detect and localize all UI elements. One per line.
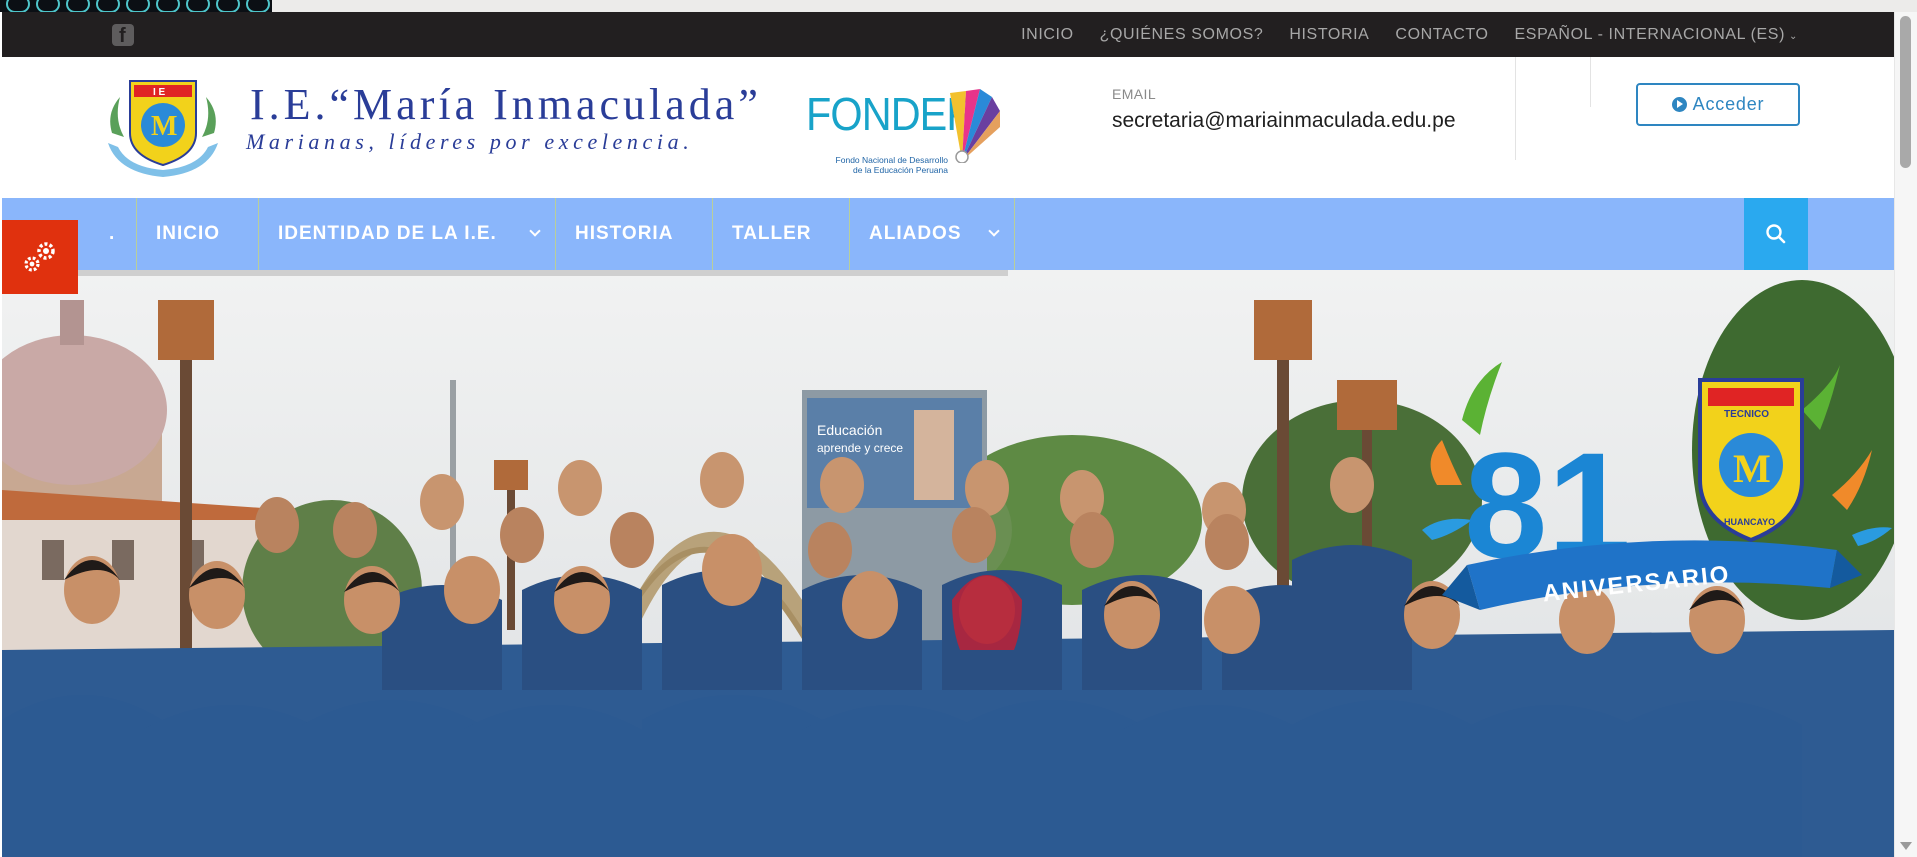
chevron-down-icon [988, 225, 1000, 237]
language-label: ESPAÑOL - INTERNACIONAL (ES) [1514, 25, 1786, 43]
scrollbar-thumb[interactable] [1900, 16, 1911, 168]
counter-widget [0, 0, 272, 12]
fondep-fan-icon [950, 89, 1000, 163]
header-divider [1590, 57, 1591, 107]
chevron-down-icon: ⌄ [1789, 30, 1798, 42]
nav-item-aliados[interactable]: ALIADOS [850, 198, 1015, 270]
top-nav-historia[interactable]: HISTORIA [1289, 26, 1369, 44]
arrow-circle-right-icon [1671, 97, 1687, 112]
scroll-down-arrow-icon[interactable] [1900, 842, 1912, 850]
nav-item-label: HISTORIA [575, 223, 674, 244]
site-header: I E M I.E.“María Inmaculada” Marianas, l… [2, 57, 1894, 198]
svg-text:M: M [1733, 446, 1771, 491]
svg-text:M: M [151, 111, 177, 142]
nav-item-taller[interactable]: TALLER [713, 198, 850, 270]
top-nav-quienes-somos[interactable]: ¿QUIÉNES SOMOS? [1100, 26, 1264, 44]
hero-slider[interactable]: Educación aprende y crece 81 TECNICO M H… [2, 270, 1894, 857]
search-icon [1766, 224, 1786, 244]
search-button[interactable] [1744, 198, 1808, 270]
school-tagline: Marianas, líderes por excelencia. [246, 129, 694, 154]
language-selector[interactable]: ESPAÑOL - INTERNACIONAL (ES) ⌄ [1515, 26, 1798, 44]
billboard-subtext: aprende y crece [817, 441, 903, 455]
nav-item-label: TALLER [732, 223, 812, 244]
nav-item-inicio[interactable]: INICIO [137, 198, 259, 270]
page: INICIO ¿QUIÉNES SOMOS? HISTORIA CONTACTO… [0, 0, 1917, 857]
main-nav: . INICIO IDENTIDAD DE LA I.E. HISTORIA T… [2, 198, 1894, 270]
billboard-text: Educación [817, 422, 882, 438]
page-scrollbar[interactable] [1894, 12, 1917, 857]
header-divider [1515, 57, 1516, 160]
browser-top-strip [0, 0, 1917, 12]
fondep-logo[interactable]: FONDEP Fondo Nacional de Desarrollo de l… [806, 87, 1000, 187]
nav-item-label: INICIO [156, 223, 221, 244]
fondep-subtitle-line-1: Fondo Nacional de Desarrollo [835, 155, 948, 165]
nav-item-identidad[interactable]: IDENTIDAD DE LA I.E. [259, 198, 556, 270]
badge-crest-bottom: HUANCAYO [1724, 517, 1775, 527]
facebook-icon[interactable] [112, 24, 134, 48]
top-nav-contacto[interactable]: CONTACTO [1395, 26, 1488, 44]
chevron-down-icon [529, 225, 541, 237]
fondep-subtitle: Fondo Nacional de Desarrollo de la Educa… [824, 155, 948, 175]
nav-item-label: ALIADOS [869, 223, 962, 244]
school-name: I.E.“María Inmaculada” [250, 80, 762, 129]
settings-toggle-button[interactable] [2, 220, 78, 294]
email-label: EMAIL [1112, 86, 1157, 102]
badge-crest-top: TECNICO [1724, 409, 1769, 420]
login-button[interactable]: Acceder [1636, 83, 1800, 126]
top-nav-inicio[interactable]: INICIO [1021, 26, 1074, 44]
school-crest-logo[interactable]: I E M [98, 73, 228, 179]
email-link[interactable]: secretaria@mariainmaculada.edu.pe [1112, 109, 1456, 133]
nav-item-label: . [109, 223, 116, 244]
nav-progress-bar [76, 270, 1008, 276]
crest-letters: I E [153, 87, 166, 98]
hero-photo: Educación aprende y crece 81 TECNICO M H… [2, 270, 1894, 857]
top-nav: INICIO ¿QUIÉNES SOMOS? HISTORIA CONTACTO… [1021, 12, 1798, 57]
nav-item-label: IDENTIDAD DE LA I.E. [278, 223, 497, 244]
login-label: Acceder [1692, 94, 1765, 114]
gears-icon [24, 242, 55, 272]
nav-item-dot[interactable]: . [90, 198, 137, 270]
nav-item-historia[interactable]: HISTORIA [556, 198, 713, 270]
top-bar: INICIO ¿QUIÉNES SOMOS? HISTORIA CONTACTO… [2, 12, 1894, 57]
fondep-subtitle-line-2: de la Educación Peruana [853, 165, 948, 175]
